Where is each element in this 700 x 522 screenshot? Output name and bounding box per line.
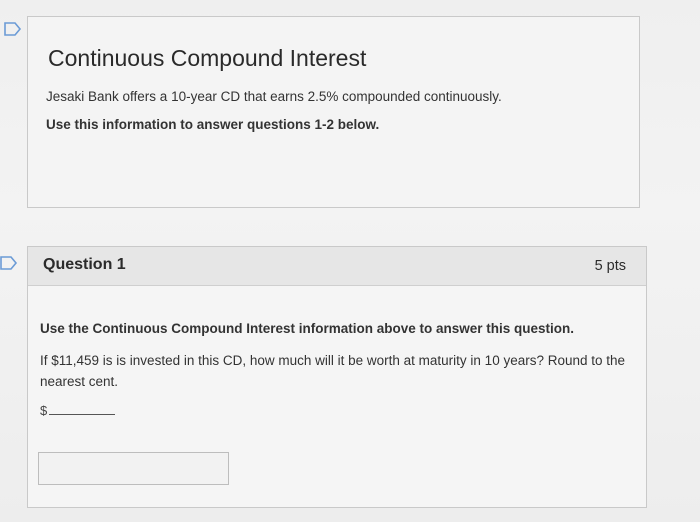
question-prompt: If $11,459 is is invested in this CD, ho… <box>40 353 626 389</box>
flag-icon[interactable] <box>0 256 18 270</box>
question-panel: Question 1 5 pts Use the Continuous Comp… <box>27 246 647 508</box>
flag-icon[interactable] <box>4 22 22 36</box>
answer-input[interactable] <box>38 452 229 485</box>
intro-description: Jesaki Bank offers a 10-year CD that ear… <box>46 89 502 104</box>
intro-panel: Continuous Compound Interest Jesaki Bank… <box>27 16 640 208</box>
blank-line <box>49 414 116 415</box>
question-instruction: Use the Continuous Compound Interest inf… <box>40 321 575 336</box>
intro-instruction: Use this information to answer questions… <box>46 117 380 132</box>
question-header: Question 1 5 pts <box>28 247 646 286</box>
question-title: Question 1 <box>43 256 126 273</box>
question-points: 5 pts <box>594 258 626 274</box>
answer-blank: $ <box>40 403 116 418</box>
currency-symbol: $ <box>40 403 48 418</box>
intro-title: Continuous Compound Interest <box>48 45 367 71</box>
